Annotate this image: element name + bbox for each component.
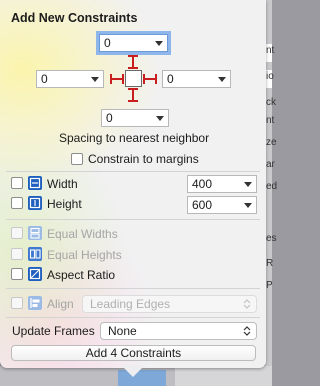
- spacing-caption: Spacing to nearest neighbor: [59, 131, 210, 145]
- height-icon: [28, 196, 42, 210]
- chevron-down-icon[interactable]: [91, 77, 99, 82]
- width-checkbox[interactable]: [11, 177, 23, 189]
- width-label: Width: [47, 177, 78, 191]
- up-down-arrows-icon: [243, 299, 251, 309]
- top-spacing-value: 0: [104, 36, 111, 50]
- background-text: ed: [266, 181, 278, 192]
- constrain-to-margins-checkbox[interactable]: [71, 153, 83, 165]
- chevron-down-icon[interactable]: [218, 77, 226, 82]
- divider: [6, 219, 260, 220]
- background-panel: [175, 366, 272, 386]
- update-frames-value: None: [108, 324, 137, 338]
- height-checkbox[interactable]: [11, 197, 23, 209]
- background-text: ze: [266, 137, 277, 148]
- up-down-arrows-icon: [243, 326, 251, 336]
- aspect-ratio-icon: [28, 267, 42, 281]
- equal-widths-label: Equal Widths: [47, 227, 118, 241]
- background-text: nt: [266, 45, 275, 56]
- divider: [6, 171, 260, 172]
- equal-widths-checkbox[interactable]: [11, 227, 23, 239]
- align-label: Align: [47, 297, 74, 311]
- popover-title: Add New Constraints: [11, 11, 138, 25]
- chevron-down-icon[interactable]: [155, 41, 163, 46]
- divider: [6, 288, 260, 289]
- width-value: 400: [192, 177, 213, 191]
- trailing-spacing-value: 0: [167, 72, 174, 86]
- chevron-down-icon[interactable]: [244, 182, 252, 187]
- constrain-to-margins-label: Constrain to margins: [88, 152, 199, 166]
- background-text: io: [266, 71, 274, 82]
- height-value: 600: [192, 198, 213, 212]
- align-popup[interactable]: Leading Edges: [82, 295, 257, 313]
- equal-heights-label: Equal Heights: [47, 248, 122, 262]
- background-text: es: [266, 233, 277, 244]
- align-checkbox[interactable]: [11, 297, 23, 309]
- background-text: ar: [266, 159, 275, 170]
- leading-spacing-value: 0: [41, 72, 48, 86]
- align-value: Leading Edges: [90, 297, 171, 311]
- equal-heights-checkbox[interactable]: [11, 248, 23, 260]
- bottom-spacing-field[interactable]: 0: [101, 109, 169, 127]
- selected-view-box: [125, 70, 142, 87]
- leading-spacing-field[interactable]: 0: [36, 70, 104, 88]
- add-constraints-button[interactable]: Add 4 Constraints: [11, 345, 256, 361]
- divider: [6, 317, 260, 318]
- update-frames-label: Update Frames: [12, 324, 95, 338]
- width-icon: [28, 176, 42, 190]
- chevron-down-icon[interactable]: [244, 203, 252, 208]
- chevron-down-icon[interactable]: [156, 116, 164, 121]
- bottom-spacing-value: 0: [106, 111, 113, 125]
- trailing-spacing-field[interactable]: 0: [162, 70, 231, 88]
- height-label: Height: [47, 197, 82, 211]
- align-icon: [28, 296, 42, 310]
- top-spacing-field[interactable]: 0: [99, 34, 168, 52]
- background-text: P: [266, 280, 273, 291]
- aspect-ratio-checkbox[interactable]: [11, 268, 23, 280]
- update-frames-popup[interactable]: None: [100, 322, 257, 340]
- background-text: nt: [266, 115, 275, 126]
- width-value-field[interactable]: 400: [187, 175, 257, 193]
- equal-widths-icon: [28, 226, 42, 240]
- background-text: ck: [266, 97, 276, 108]
- add-constraints-popover: Add New Constraints 0 0 0 0 Spacing to n…: [0, 0, 266, 368]
- background-text: R: [266, 258, 274, 269]
- aspect-ratio-label: Aspect Ratio: [47, 268, 116, 282]
- popover-arrow: [121, 365, 145, 377]
- equal-heights-icon: [28, 247, 42, 261]
- height-value-field[interactable]: 600: [187, 196, 257, 214]
